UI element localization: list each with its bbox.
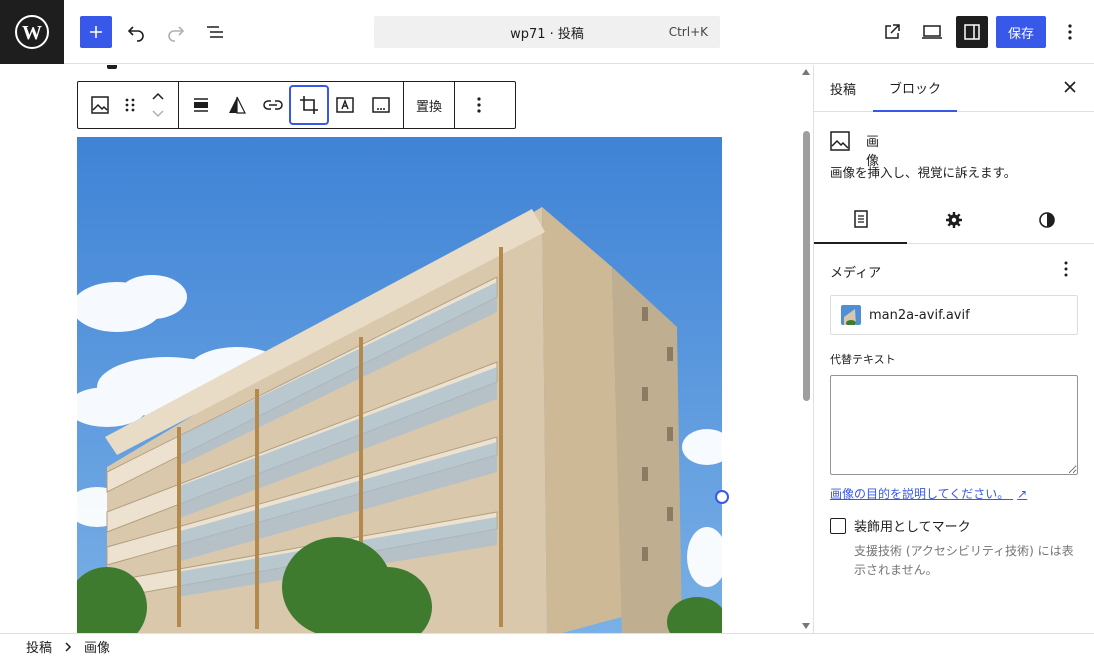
media-panel-options[interactable] (1054, 257, 1078, 281)
tab-block[interactable]: ブロック (873, 65, 958, 112)
toolbar-group-options (455, 82, 503, 128)
decorative-label: 装飾用としてマーク (854, 520, 971, 535)
scroll-thumb[interactable] (803, 131, 810, 401)
command-palette-button[interactable]: wp71 · 投稿 Ctrl+K (374, 16, 720, 48)
image-icon (830, 131, 850, 151)
close-icon (1064, 81, 1076, 93)
image-icon (91, 96, 109, 114)
tab-post[interactable]: 投稿 (814, 65, 872, 112)
align-button[interactable] (183, 87, 219, 123)
editor-canvas: 置換 (0, 65, 813, 633)
drag-handle-icon (125, 98, 135, 112)
toolbar-group-replace: 置換 (404, 82, 456, 128)
tab-advanced[interactable] (907, 196, 1000, 244)
undo-button[interactable] (120, 16, 152, 48)
settings-sidebar: 投稿 ブロック 画像 画像を挿入し、視覚に訴えます。 メディア man2a-av… (813, 65, 1094, 633)
list-view-button[interactable] (199, 16, 231, 48)
media-thumbnail (841, 305, 861, 325)
save-button[interactable]: 保存 (996, 16, 1046, 48)
more-vertical-icon (1064, 261, 1068, 277)
sidebar-tabs: 投稿 ブロック (814, 65, 1094, 112)
image-block[interactable] (77, 137, 722, 633)
toolbar-group-block (78, 82, 179, 128)
drag-handle[interactable] (118, 87, 142, 123)
thumbnail-image (841, 305, 861, 325)
move-block-button[interactable] (142, 87, 174, 123)
external-link-icon (885, 24, 900, 39)
scroll-up-icon (802, 69, 810, 75)
block-description: 画像を挿入し、視覚に訴えます。 (830, 165, 1017, 180)
decorative-help-text: 支援技術 (アクセシビリティ技術) には表示されません。 (854, 544, 1074, 577)
duotone-button[interactable] (219, 87, 255, 123)
canvas-scrollbar[interactable] (800, 65, 812, 633)
tab-styles[interactable] (1000, 196, 1093, 244)
wordpress-logo[interactable]: W (0, 0, 64, 64)
alt-text-input[interactable] (830, 375, 1078, 475)
block-type-button[interactable] (82, 87, 118, 123)
external-arrow-icon: ↗ (1017, 487, 1028, 501)
wordpress-icon: W (15, 15, 49, 49)
media-item[interactable]: man2a-avif.avif (830, 295, 1078, 335)
title-text-fragment (107, 65, 117, 69)
decorative-checkbox-row[interactable]: 装飾用としてマーク (830, 516, 971, 535)
sidebar-toggle-icon (964, 24, 980, 40)
help-link-text: 画像の目的を説明してください。 (830, 487, 1010, 501)
crop-button[interactable] (289, 85, 329, 125)
link-icon (263, 100, 283, 110)
alt-text-label: 代替テキスト (830, 353, 896, 366)
add-block-button[interactable] (80, 16, 112, 48)
breadcrumb: 投稿 画像 (0, 633, 1094, 659)
media-filename: man2a-avif.avif (869, 307, 970, 323)
view-post-button[interactable] (876, 16, 908, 48)
chevron-right-icon (65, 641, 72, 652)
duotone-icon (229, 96, 246, 114)
gear-icon (945, 212, 962, 228)
redo-icon (168, 26, 185, 42)
image-resize-handle[interactable] (715, 490, 729, 504)
move-up-down-icon (152, 92, 164, 118)
undo-icon (127, 26, 144, 42)
decorative-checkbox[interactable] (830, 517, 846, 534)
building-photo (77, 137, 722, 633)
settings-sidebar-toggle[interactable] (956, 16, 988, 48)
svg-text:W: W (22, 22, 42, 44)
contrast-icon (1038, 212, 1055, 228)
scroll-down-icon (802, 623, 810, 629)
editor-header: W wp71 · 投稿 Ctrl+K 保存 (0, 0, 1094, 64)
breadcrumb-item-image[interactable]: 画像 (84, 637, 110, 656)
shortcut-hint: Ctrl+K (668, 25, 708, 39)
list-view-icon (207, 26, 223, 38)
caption-icon (372, 97, 390, 113)
options-button[interactable] (1054, 16, 1086, 48)
block-toolbar: 置換 (77, 81, 516, 129)
text-overlay-button[interactable] (327, 87, 363, 123)
close-sidebar-button[interactable] (1058, 75, 1082, 99)
replace-button[interactable]: 置換 (408, 87, 450, 123)
caption-button[interactable] (363, 87, 399, 123)
crop-icon (300, 96, 318, 114)
breadcrumb-item-post[interactable]: 投稿 (26, 637, 52, 656)
block-options-button[interactable] (459, 87, 499, 123)
media-panel-title: メディア (830, 266, 882, 281)
align-icon (194, 98, 208, 112)
alt-text-help-link[interactable]: 画像の目的を説明してください。 ↗ (830, 485, 1027, 502)
desktop-preview-icon (922, 25, 942, 39)
toolbar-group-tools (179, 82, 404, 128)
tab-settings-list[interactable] (814, 196, 907, 244)
text-overlay-icon (336, 97, 354, 113)
link-button[interactable] (255, 87, 291, 123)
redo-button[interactable] (160, 16, 192, 48)
settings-list-icon (853, 210, 868, 228)
preview-button[interactable] (916, 16, 948, 48)
more-vertical-icon (1068, 24, 1072, 40)
plus-icon (90, 26, 102, 38)
block-inspector-tabs (814, 196, 1094, 244)
more-vertical-icon (477, 97, 481, 113)
